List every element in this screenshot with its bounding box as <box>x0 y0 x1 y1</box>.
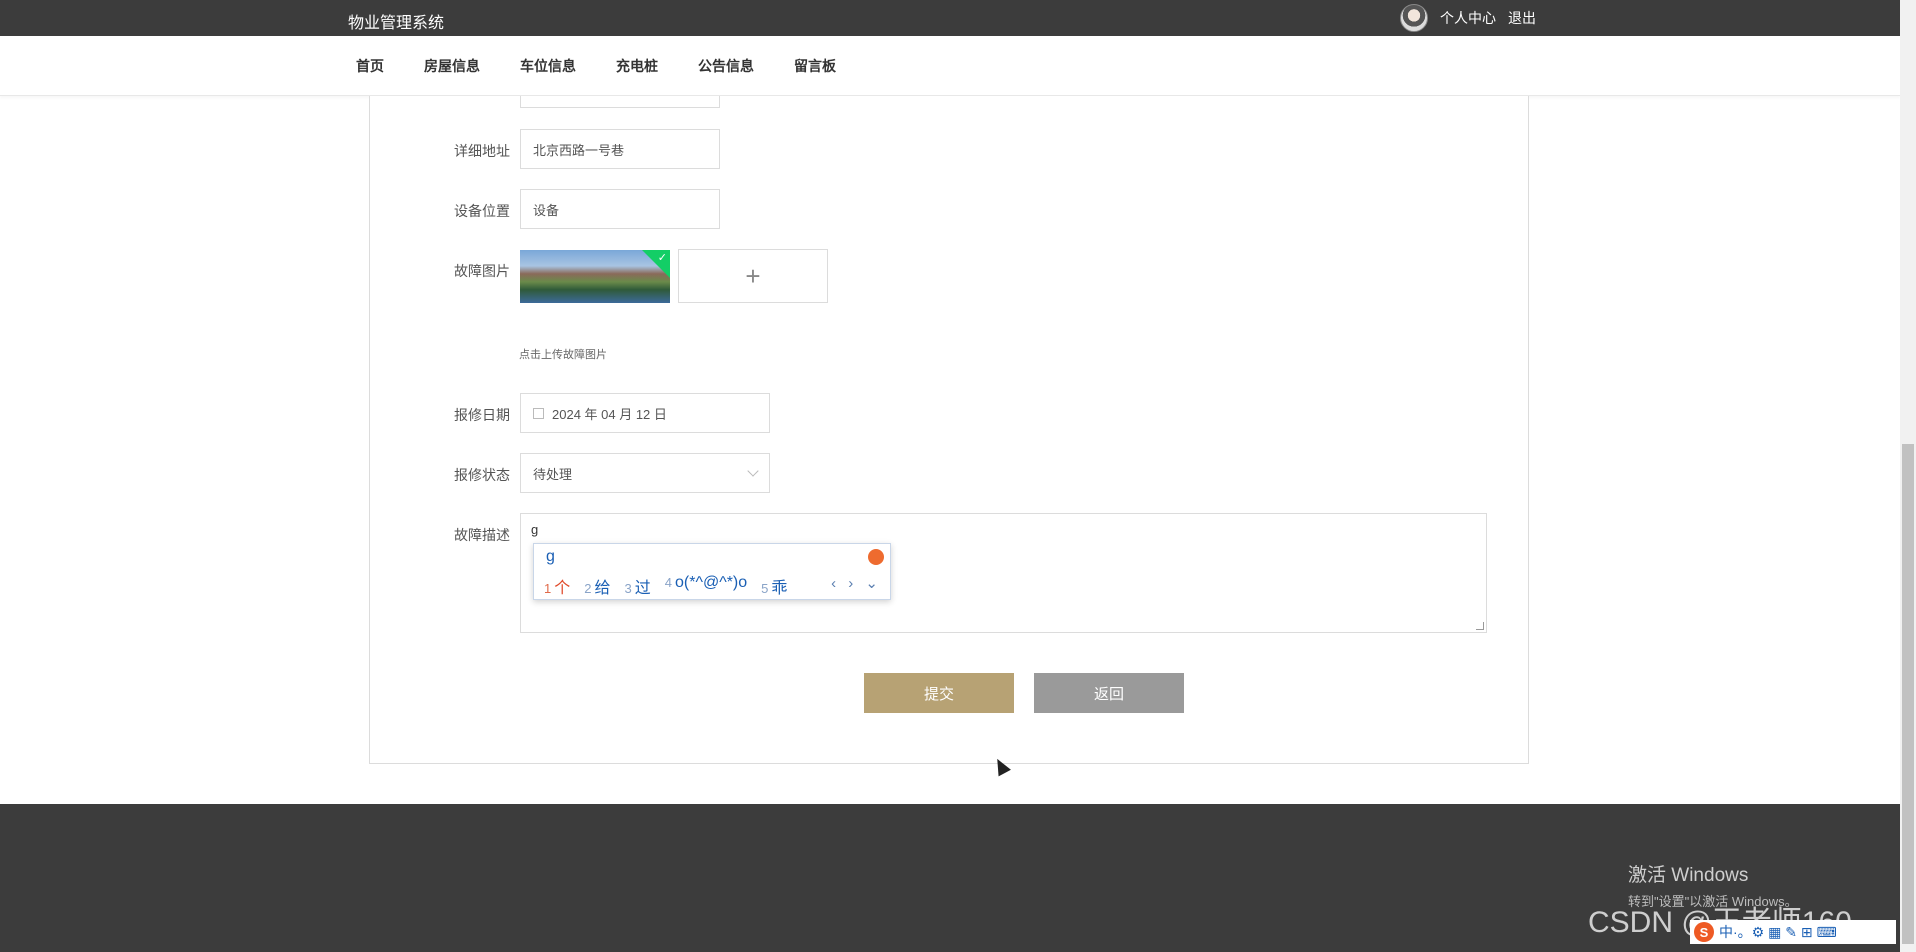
chevron-down-icon <box>747 465 759 477</box>
ime-candidate[interactable]: 4 o(*^@^*)o <box>665 574 747 598</box>
ime-candidate-window: g 1个 2给 3过 4 o(*^@^*)o 5乖 ‹ › ⌄ <box>533 543 891 600</box>
main-nav: 首页 房屋信息 车位信息 充电桩 公告信息 留言板 <box>0 36 1900 96</box>
ime-pinyin: g <box>546 548 555 565</box>
repair-date-picker[interactable]: 2024 年 04 月 12 日 <box>520 393 770 433</box>
ime-candidate[interactable]: 1个 <box>544 574 570 598</box>
fault-desc-text: g <box>531 522 539 537</box>
fault-image-label: 故障图片 <box>454 263 510 279</box>
page-scrollbar[interactable] <box>1900 0 1916 952</box>
ime-skin-icon[interactable] <box>868 549 884 565</box>
address-label: 详细地址 <box>454 143 510 159</box>
sogou-logo-icon: S <box>1694 922 1714 942</box>
ime-candidate[interactable]: 3过 <box>625 574 651 598</box>
ime-status-bar[interactable]: S 中·。⚙ ▦ ✎ ⊞ ⌨ <box>1690 920 1896 944</box>
user-area: 个人中心 退出 <box>1400 4 1536 32</box>
submit-button[interactable]: 提交 <box>864 673 1014 713</box>
repair-date-label: 报修日期 <box>454 407 510 423</box>
repair-status-value: 待处理 <box>533 466 573 482</box>
logout-link[interactable]: 退出 <box>1508 8 1536 28</box>
ime-page-nav[interactable]: ‹ › ⌄ <box>831 574 882 592</box>
previous-field[interactable] <box>520 96 720 108</box>
top-bar: 物业管理系统 个人中心 退出 <box>0 0 1900 36</box>
plus-icon: + <box>745 260 761 291</box>
ime-candidate[interactable]: 5乖 <box>761 574 787 598</box>
nav-item-parking[interactable]: 车位信息 <box>520 56 576 76</box>
repair-status-select[interactable]: 待处理 <box>520 453 770 493</box>
nav-item-house[interactable]: 房屋信息 <box>424 56 480 76</box>
repair-status-label: 报修状态 <box>454 467 510 483</box>
nav-item-message[interactable]: 留言板 <box>794 56 836 76</box>
upload-hint: 点击上传故障图片 <box>519 349 607 361</box>
resize-handle-icon[interactable] <box>1476 622 1484 630</box>
address-input[interactable]: 北京西路一号巷 <box>520 129 720 169</box>
nav-item-charging[interactable]: 充电桩 <box>616 56 658 76</box>
nav-item-home[interactable]: 首页 <box>356 56 384 76</box>
fault-desc-label: 故障描述 <box>454 527 510 543</box>
activation-title: 激活 Windows <box>1628 865 1749 886</box>
repair-date-value: 2024 年 04 月 12 日 <box>552 406 667 422</box>
check-icon: ✓ <box>657 252 667 264</box>
site-title[interactable]: 物业管理系统 <box>348 9 444 33</box>
nav-item-notice[interactable]: 公告信息 <box>698 56 754 76</box>
user-center-link[interactable]: 个人中心 <box>1440 8 1496 28</box>
device-location-input[interactable]: 设备 <box>520 189 720 229</box>
scrollbar-thumb[interactable] <box>1902 444 1914 944</box>
ime-candidate[interactable]: 2给 <box>584 574 610 598</box>
device-location-label: 设备位置 <box>454 203 510 219</box>
ime-status-icons[interactable]: 中·。⚙ ▦ ✎ ⊞ ⌨ <box>1719 922 1837 942</box>
calendar-icon <box>533 407 544 419</box>
ime-candidates: 1个 2给 3过 4 o(*^@^*)o 5乖 <box>544 574 787 598</box>
fault-image-thumbnail[interactable]: ✓ <box>520 250 670 303</box>
image-upload-button[interactable]: + <box>678 249 828 303</box>
back-button[interactable]: 返回 <box>1034 673 1184 713</box>
avatar[interactable] <box>1400 4 1428 32</box>
